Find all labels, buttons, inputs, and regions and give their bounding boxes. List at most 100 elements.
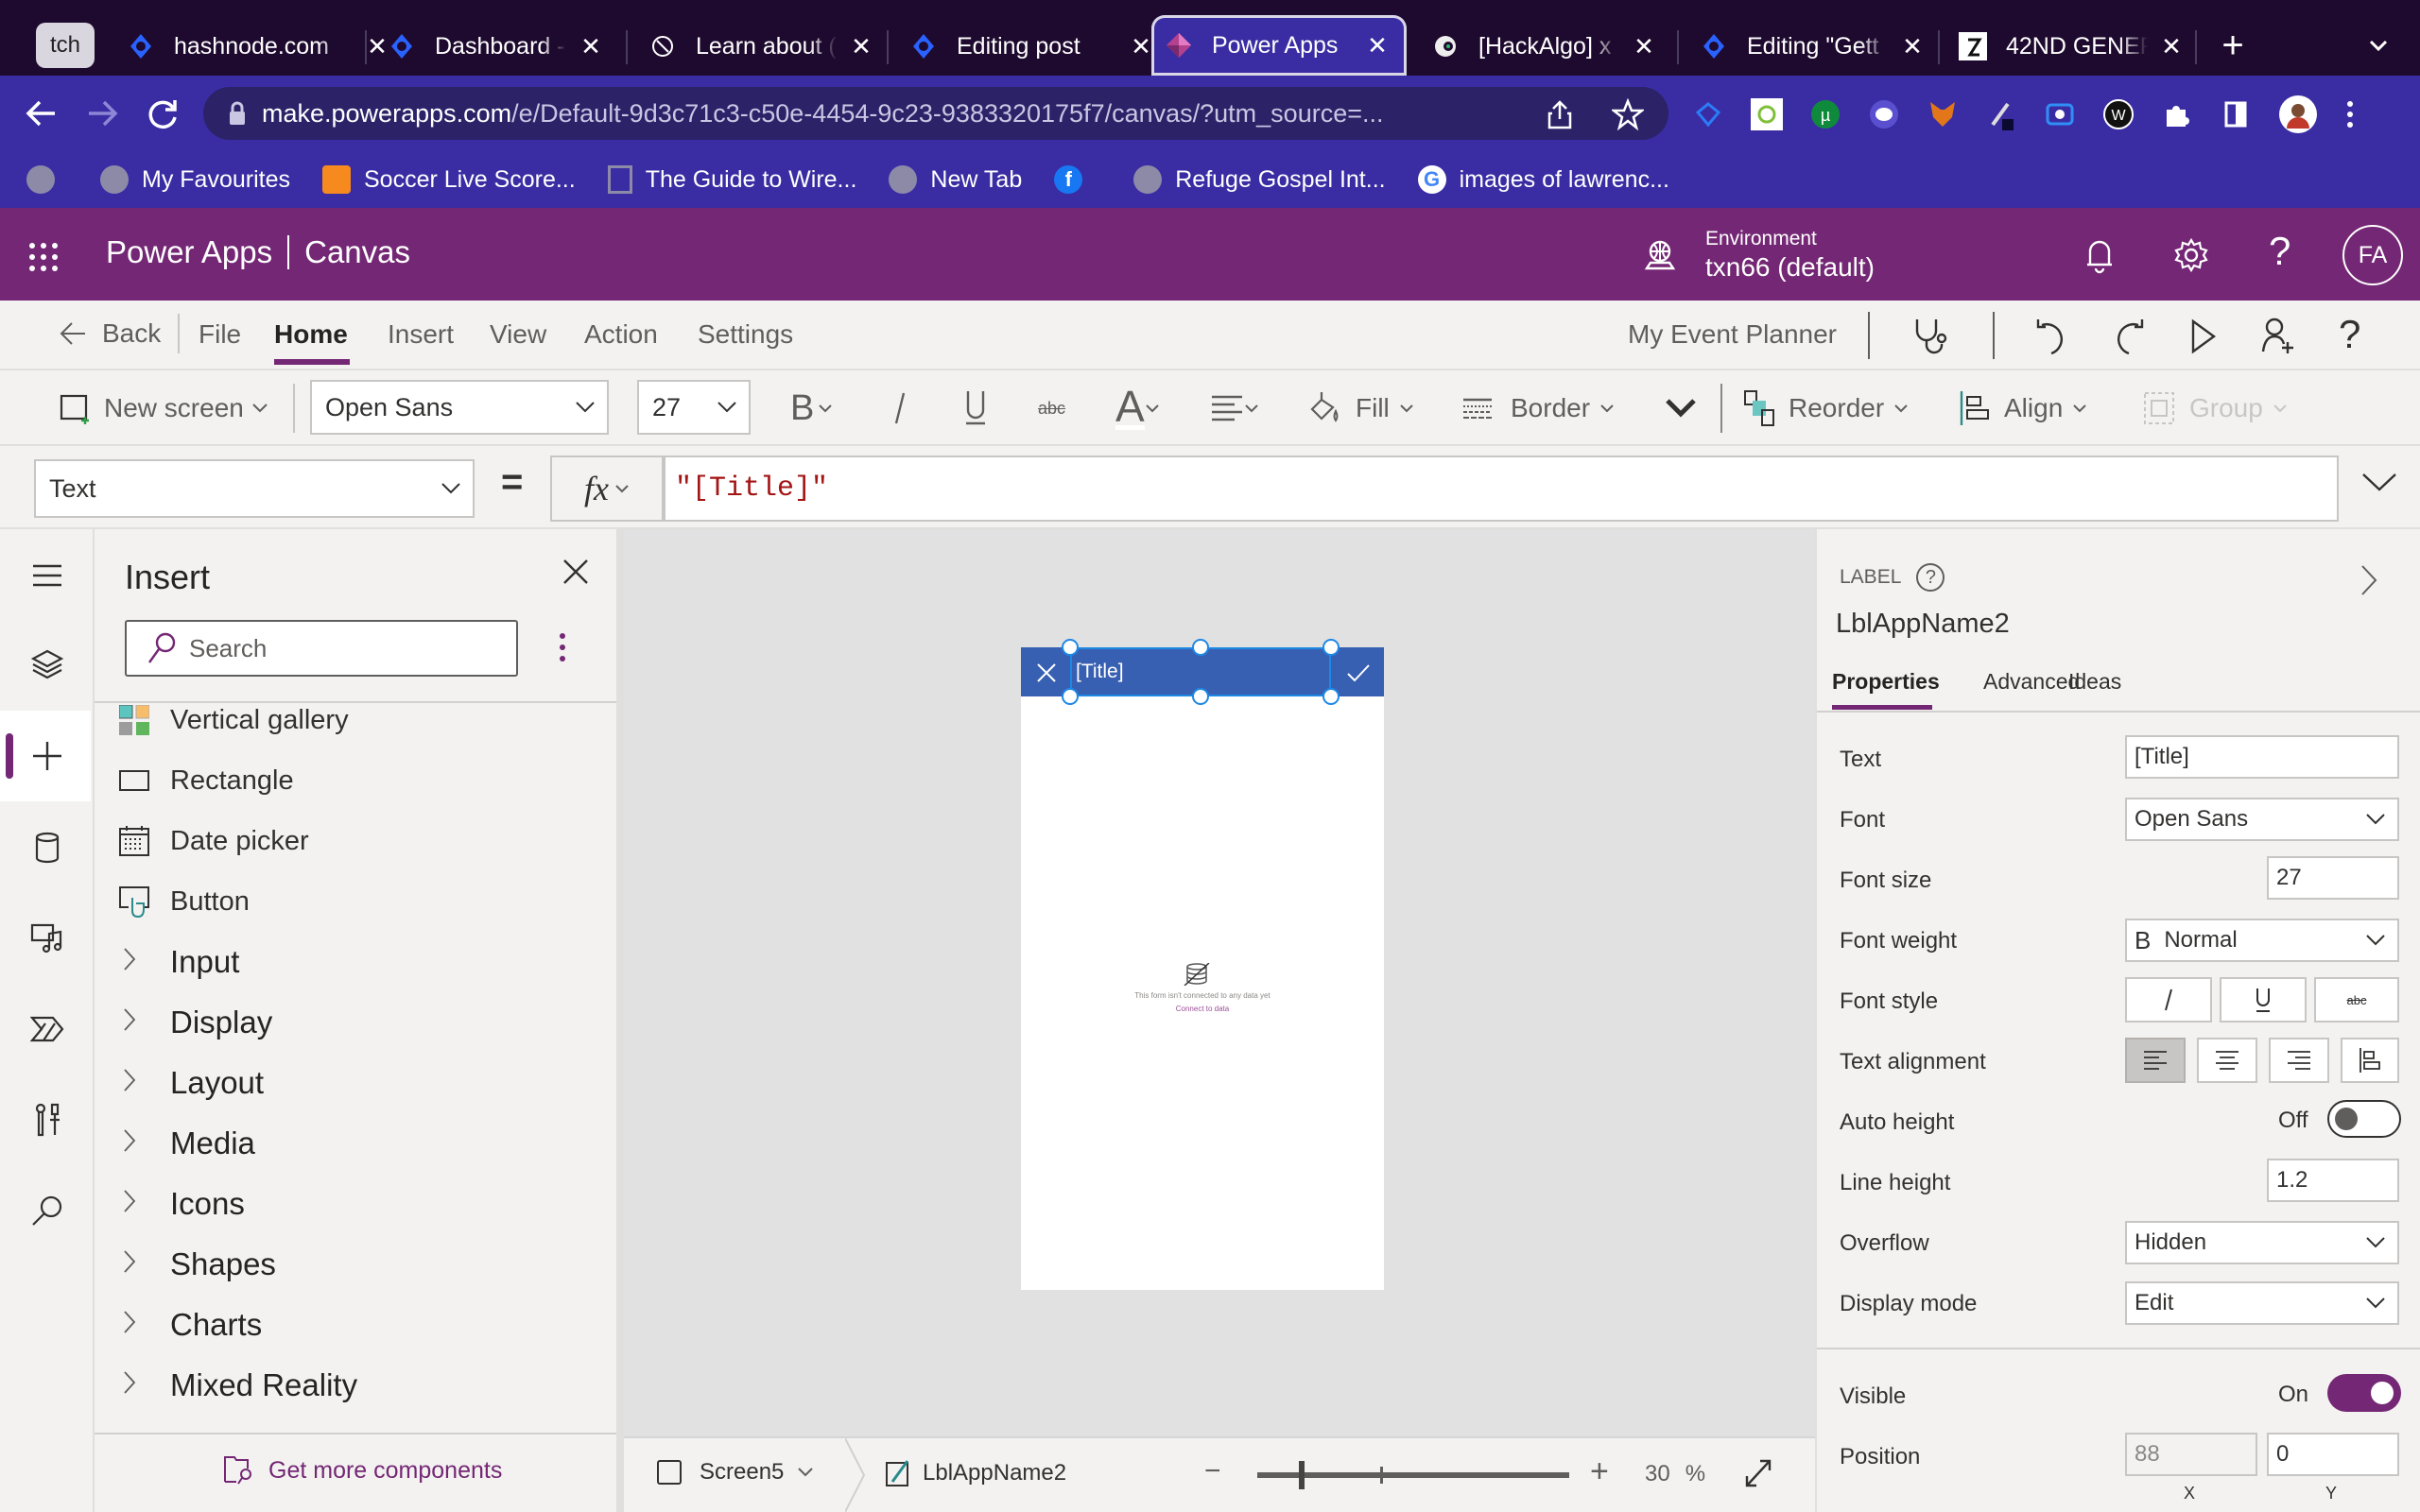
zoom-slider[interactable]: [1257, 1461, 1569, 1489]
help-circle-icon[interactable]: ?: [1916, 563, 1945, 592]
pinned-tab[interactable]: tch: [36, 23, 95, 68]
insert-group-mixed-reality[interactable]: Mixed Reality: [95, 1357, 605, 1414]
function-button[interactable]: fx: [550, 455, 664, 522]
browser-tab[interactable]: Learn about ( ✕: [635, 17, 889, 76]
control-name[interactable]: LblAppName2: [1836, 609, 2010, 640]
advanced-tools-icon[interactable]: [24, 1096, 71, 1143]
side-panel-icon[interactable]: [2220, 98, 2252, 130]
data-cylinder-icon[interactable]: [24, 824, 71, 871]
resize-handle[interactable]: [1062, 688, 1079, 705]
new-tab-button[interactable]: +: [2212, 25, 2254, 66]
w-extension-icon[interactable]: W: [2102, 98, 2135, 130]
app-checker-stethoscope-icon[interactable]: [1910, 316, 1947, 357]
menu-settings[interactable]: Settings: [698, 319, 793, 350]
hamburger-menu-icon[interactable]: [24, 552, 71, 599]
more-options-vertical-icon[interactable]: [558, 631, 567, 663]
resize-handle[interactable]: [1322, 639, 1340, 656]
redo-icon[interactable]: [2112, 316, 2146, 357]
app-name[interactable]: Power Apps: [106, 234, 272, 270]
cancel-x-icon[interactable]: [1036, 662, 1057, 683]
menu-view[interactable]: View: [490, 319, 546, 350]
italic-toggle[interactable]: [2125, 977, 2212, 1022]
strikethrough-button[interactable]: abc: [1038, 387, 1065, 429]
bookmark-item[interactable]: New Tab: [889, 165, 1022, 194]
close-tab-icon[interactable]: ✕: [1363, 31, 1392, 60]
browser-tab[interactable]: 42ND GENER ✕: [1945, 17, 2199, 76]
back-arrow-icon[interactable]: [23, 96, 60, 130]
browser-tab[interactable]: [HackAlgo] x ✕: [1418, 17, 1671, 76]
font-size-dropdown[interactable]: 27: [637, 380, 751, 435]
bookmark-item[interactable]: f: [1054, 165, 1096, 194]
new-screen-button[interactable]: New screen: [59, 387, 268, 429]
user-avatar[interactable]: FA: [2342, 225, 2403, 285]
help-icon[interactable]: ?: [2339, 312, 2360, 357]
app-launcher-waffle-icon[interactable]: [26, 240, 60, 274]
tab-search-chevron-icon[interactable]: [2361, 32, 2395, 60]
insert-group-input[interactable]: Input: [95, 934, 605, 990]
reload-icon[interactable]: [144, 94, 182, 132]
more-commands-chevron-icon[interactable]: [1664, 387, 1698, 429]
formula-input[interactable]: "[Title]": [664, 455, 2339, 522]
close-tab-icon[interactable]: ✕: [1898, 32, 1927, 61]
align-justify-button[interactable]: [2341, 1038, 2399, 1083]
bookmark-item[interactable]: Gimages of lawrenc...: [1417, 165, 1669, 194]
fit-to-window-icon[interactable]: [1743, 1457, 1773, 1489]
bookmark-star-icon[interactable]: [1612, 98, 1644, 130]
screen-canvas[interactable]: [Title] This form isn't connected to any…: [1021, 639, 1384, 1290]
zoom-out-button[interactable]: −: [1204, 1455, 1221, 1487]
browser-tab[interactable]: Editing post ✕: [896, 17, 1168, 76]
resize-handle[interactable]: [1192, 688, 1209, 705]
bold-button[interactable]: B: [790, 387, 833, 429]
media-icon[interactable]: [24, 915, 71, 962]
fill-button[interactable]: Fill: [1308, 387, 1414, 429]
strikethrough-toggle[interactable]: abc: [2314, 977, 2399, 1022]
prop-font-size-input[interactable]: 27: [2267, 856, 2399, 900]
zoom-value[interactable]: 30: [1645, 1461, 1670, 1487]
menu-file[interactable]: File: [199, 319, 241, 350]
insert-item-vertical-gallery[interactable]: Vertical gallery: [95, 692, 605, 748]
submit-check-icon[interactable]: [1346, 662, 1371, 683]
underline-toggle[interactable]: [2220, 977, 2307, 1022]
search-icon[interactable]: [24, 1187, 71, 1234]
prop-position-x-input[interactable]: 88: [2125, 1433, 2257, 1476]
preview-play-icon[interactable]: [2189, 318, 2218, 355]
prop-text-input[interactable]: [Title]: [2125, 735, 2399, 779]
menu-insert[interactable]: Insert: [388, 319, 454, 350]
bookmark-item[interactable]: [26, 165, 68, 194]
insert-group-shapes[interactable]: Shapes: [95, 1236, 605, 1293]
collapse-panel-chevron-icon[interactable]: [2360, 563, 2378, 597]
settings-gear-icon[interactable]: [2172, 236, 2210, 274]
text-align-button[interactable]: [1210, 387, 1259, 429]
screen-capture-extension-icon[interactable]: [2044, 98, 2076, 130]
align-button[interactable]: Align: [1959, 387, 2087, 429]
notifications-bell-icon[interactable]: [2083, 236, 2116, 274]
property-dropdown[interactable]: Text: [34, 459, 475, 518]
align-right-button[interactable]: [2269, 1038, 2329, 1083]
bookmark-item[interactable]: The Guide to Wire...: [607, 165, 856, 194]
prop-overflow-dropdown[interactable]: Hidden: [2125, 1221, 2399, 1264]
prop-font-weight-dropdown[interactable]: B Normal: [2125, 919, 2399, 962]
browser-tab-active[interactable]: Power Apps ✕: [1151, 15, 1407, 76]
insert-plus-icon[interactable]: [24, 732, 71, 780]
visible-toggle[interactable]: [2327, 1374, 2401, 1412]
menu-home[interactable]: Home: [274, 319, 348, 350]
insert-group-icons[interactable]: Icons: [95, 1176, 605, 1232]
zoom-in-button[interactable]: +: [1590, 1453, 1609, 1490]
extension-green-ring-icon[interactable]: [1751, 98, 1783, 130]
forward-arrow-icon[interactable]: [83, 96, 121, 130]
zoom-slider-thumb[interactable]: [1299, 1461, 1305, 1489]
auto-height-toggle[interactable]: [2327, 1100, 2401, 1138]
close-tab-icon[interactable]: ✕: [577, 32, 605, 61]
insert-group-media[interactable]: Media: [95, 1115, 605, 1172]
control-breadcrumb[interactable]: LblAppName2: [885, 1459, 1066, 1487]
environment-picker[interactable]: Environment txn66 (default): [1643, 219, 1875, 291]
align-center-button[interactable]: [2197, 1038, 2257, 1083]
power-automate-icon[interactable]: [24, 1005, 71, 1053]
browser-tab[interactable]: hashnode.com ✕: [113, 17, 405, 76]
resize-handle[interactable]: [1322, 688, 1340, 705]
browser-tab[interactable]: Dashboard - ✕: [374, 17, 618, 76]
browser-tab[interactable]: Editing "Gett ✕: [1686, 17, 1940, 76]
share-user-icon[interactable]: [2259, 316, 2297, 357]
utorrent-icon[interactable]: µ: [1809, 98, 1841, 130]
tab-ideas[interactable]: Ideas: [2068, 669, 2121, 695]
